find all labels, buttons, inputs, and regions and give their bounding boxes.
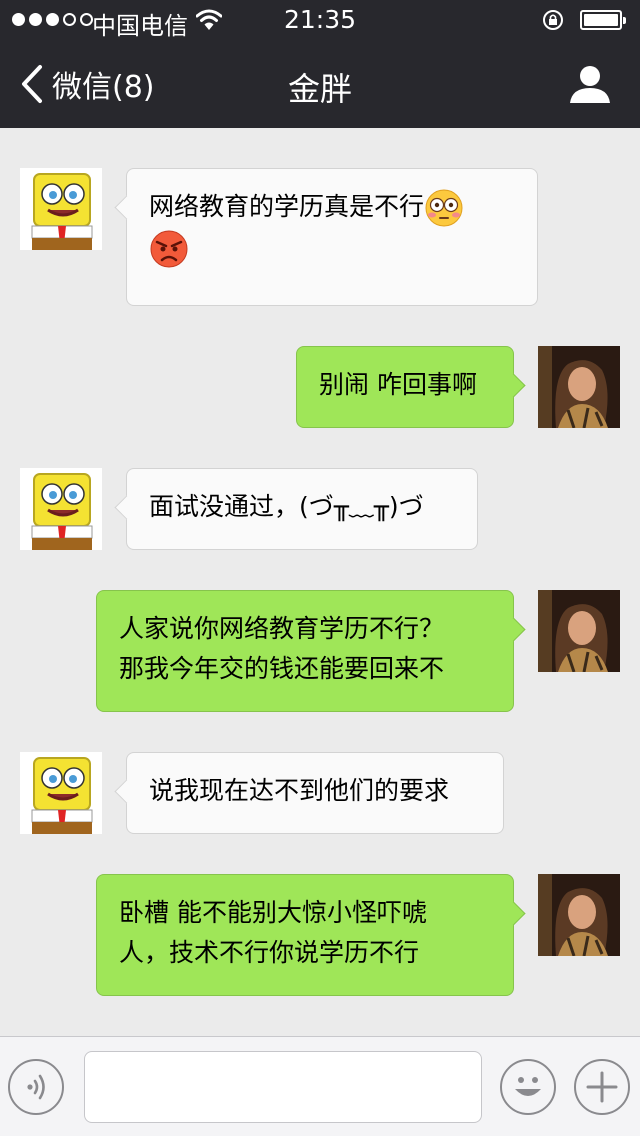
my-avatar[interactable]	[538, 346, 620, 428]
my-avatar[interactable]	[538, 874, 620, 956]
message-bubble-incoming[interactable]: 说我现在达不到他们的要求	[126, 752, 504, 834]
message-bubble-outgoing[interactable]: 卧槽 能不能别大惊小怪吓唬 人，技术不行你说学历不行	[96, 874, 514, 996]
user-photo-avatar	[538, 346, 620, 428]
contact-avatar[interactable]	[20, 752, 102, 834]
voice-button[interactable]	[8, 1059, 64, 1115]
message-text: 说我现在达不到他们的要求	[149, 776, 450, 805]
message-text: 卧槽 能不能别大惊小怪吓唬 人，技术不行你说学历不行	[119, 898, 427, 967]
smiley-icon	[515, 1077, 541, 1096]
message-text: 网络教育的学历真是不行	[149, 192, 425, 221]
message-bubble-outgoing[interactable]: 别闹 咋回事啊	[296, 346, 514, 428]
angry-face-emoji	[150, 230, 188, 268]
plus-icon	[586, 1071, 618, 1103]
my-avatar[interactable]	[538, 590, 620, 672]
emoji-button[interactable]	[500, 1059, 556, 1115]
message-bubble-incoming[interactable]: 网络教育的学历真是不行	[126, 168, 538, 306]
input-bar	[0, 1036, 640, 1136]
voice-icon	[27, 1074, 45, 1100]
chat-title: 金胖	[287, 70, 352, 108]
profile-button[interactable]	[568, 64, 612, 104]
message-bubble-outgoing[interactable]: 人家说你网络教育学历不行？ 那我今年交的钱还能要回来不	[96, 590, 514, 712]
chat-area[interactable]: 网络教育的学历真是不行 别闹 咋回事啊 面试没通过，(づ╥﹏╥)づ 人家说你网络…	[0, 128, 640, 1036]
message-input[interactable]	[84, 1051, 482, 1123]
top-bar: 中国电信 21:35 微信(8) 金胖	[0, 0, 640, 128]
contact-avatar[interactable]	[20, 468, 102, 550]
sponge-character-avatar	[20, 168, 102, 250]
more-button[interactable]	[574, 1059, 630, 1115]
user-photo-avatar	[538, 874, 620, 956]
rotation-lock-icon	[543, 10, 563, 30]
message-bubble-incoming[interactable]: 面试没通过，(づ╥﹏╥)づ	[126, 468, 478, 550]
message-text: 人家说你网络教育学历不行？ 那我今年交的钱还能要回来不	[119, 614, 445, 683]
contact-avatar[interactable]	[20, 168, 102, 250]
battery-icon	[580, 10, 626, 30]
status-bar: 中国电信 21:35	[0, 0, 640, 40]
sponge-character-avatar	[20, 468, 102, 550]
message-text: 别闹 咋回事啊	[319, 370, 477, 399]
sponge-character-avatar	[20, 752, 102, 834]
message-text: 面试没通过，(づ╥﹏╥)づ	[149, 492, 424, 521]
user-photo-avatar	[538, 590, 620, 672]
person-icon	[570, 66, 610, 103]
flushed-face-emoji	[425, 189, 463, 227]
